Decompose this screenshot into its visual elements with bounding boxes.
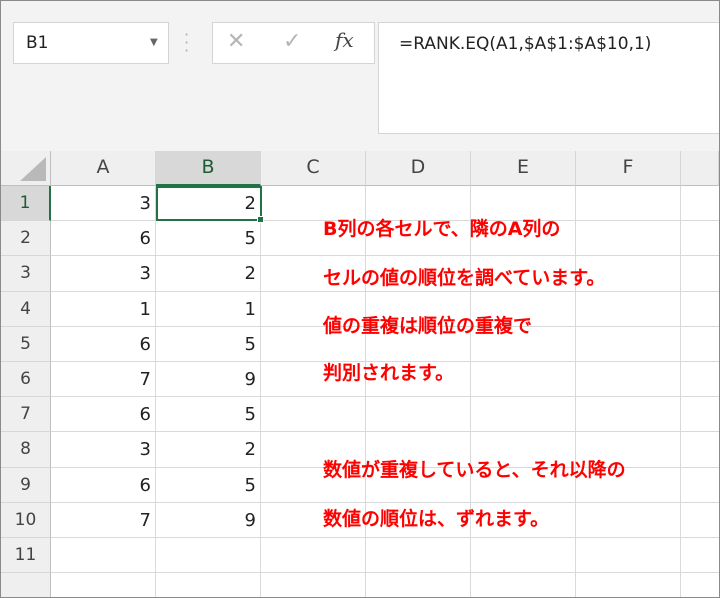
cell-b[interactable]: 9 <box>156 362 261 397</box>
cell-b[interactable]: 5 <box>156 468 261 503</box>
select-all-button[interactable] <box>1 151 51 186</box>
enter-icon[interactable]: ✓ <box>283 29 301 54</box>
vertical-gridline <box>365 186 366 597</box>
chevron-down-icon[interactable]: ▼ <box>150 37 158 48</box>
column-header-e[interactable]: E <box>471 151 576 186</box>
cell-b[interactable]: 5 <box>156 397 261 432</box>
row-header[interactable]: 6 <box>1 362 51 398</box>
column-header-d[interactable]: D <box>366 151 471 186</box>
row-header[interactable]: 11 <box>1 538 51 574</box>
cell-a[interactable]: 3 <box>51 256 156 291</box>
vertical-gridline <box>680 186 681 597</box>
select-all-triangle-icon <box>20 157 46 181</box>
formula-buttons: ✕ ✓ fx <box>212 22 375 64</box>
note-line: 数値が重複していると、それ以降の <box>323 459 626 481</box>
cell-a[interactable]: 6 <box>51 397 156 432</box>
insert-function-icon[interactable]: fx <box>335 28 354 52</box>
formula-bar-area: B1 ▼ · · · ✕ ✓ fx =RANK.EQ(A1,$A$1:$A$10,1… <box>1 1 719 151</box>
formula-text: =RANK.EQ(A1,$A$1:$A$10,1) <box>399 34 652 54</box>
note-line: 判別されます。 <box>323 362 455 384</box>
cell-a[interactable]: 6 <box>51 221 156 256</box>
row-header[interactable]: 5 <box>1 326 51 362</box>
note-line: 数値の順位は、ずれます。 <box>323 508 550 530</box>
vertical-gridline <box>575 186 576 597</box>
fill-handle[interactable] <box>257 216 264 223</box>
cell-b[interactable]: 1 <box>156 292 261 327</box>
cell-a[interactable]: 3 <box>51 432 156 467</box>
row-header[interactable]: 3 <box>1 256 51 292</box>
row-header[interactable] <box>1 573 51 597</box>
cell-a[interactable]: 1 <box>51 292 156 327</box>
cell-b[interactable]: 2 <box>156 256 261 291</box>
cell-b[interactable]: 5 <box>156 221 261 256</box>
column-header-b[interactable]: B <box>156 151 261 186</box>
cancel-icon[interactable]: ✕ <box>227 29 245 54</box>
name-box-value: B1 <box>26 33 49 53</box>
note-line: B列の各セルで、隣のA列の <box>323 218 561 240</box>
formula-input[interactable]: =RANK.EQ(A1,$A$1:$A$10,1) <box>378 22 719 134</box>
column-header-c[interactable]: C <box>261 151 366 186</box>
note-line: 値の重複は順位の重複で <box>323 315 533 337</box>
cell-a[interactable]: 6 <box>51 327 156 362</box>
row-header[interactable]: 9 <box>1 467 51 503</box>
row-header[interactable]: 7 <box>1 397 51 433</box>
cell-b[interactable]: 9 <box>156 503 261 538</box>
cell-a[interactable]: 7 <box>51 362 156 397</box>
cell-b[interactable] <box>156 538 261 573</box>
cell-a[interactable] <box>51 538 156 573</box>
row-header[interactable]: 1 <box>1 186 51 222</box>
drag-handle-icon[interactable]: · · · <box>184 27 189 59</box>
cell-b[interactable]: 5 <box>156 327 261 362</box>
vertical-gridline <box>470 186 471 597</box>
cell-a[interactable]: 3 <box>51 186 156 221</box>
column-header-partial[interactable] <box>681 151 719 186</box>
row-header[interactable]: 10 <box>1 502 51 538</box>
cell-b[interactable]: 2 <box>156 432 261 467</box>
cell-a[interactable]: 7 <box>51 503 156 538</box>
spreadsheet-window: B1 ▼ · · · ✕ ✓ fx =RANK.EQ(A1,$A$1:$A$10,1… <box>0 0 720 598</box>
column-header-a[interactable]: A <box>51 151 156 186</box>
active-cell-border <box>156 186 262 221</box>
name-box[interactable]: B1 ▼ <box>13 22 169 64</box>
row-header[interactable]: 2 <box>1 221 51 257</box>
column-header-f[interactable]: F <box>576 151 681 186</box>
cell-a[interactable]: 6 <box>51 468 156 503</box>
note-line: セルの値の順位を調べています。 <box>323 267 606 289</box>
row-header[interactable]: 4 <box>1 291 51 327</box>
row-header[interactable]: 8 <box>1 432 51 468</box>
